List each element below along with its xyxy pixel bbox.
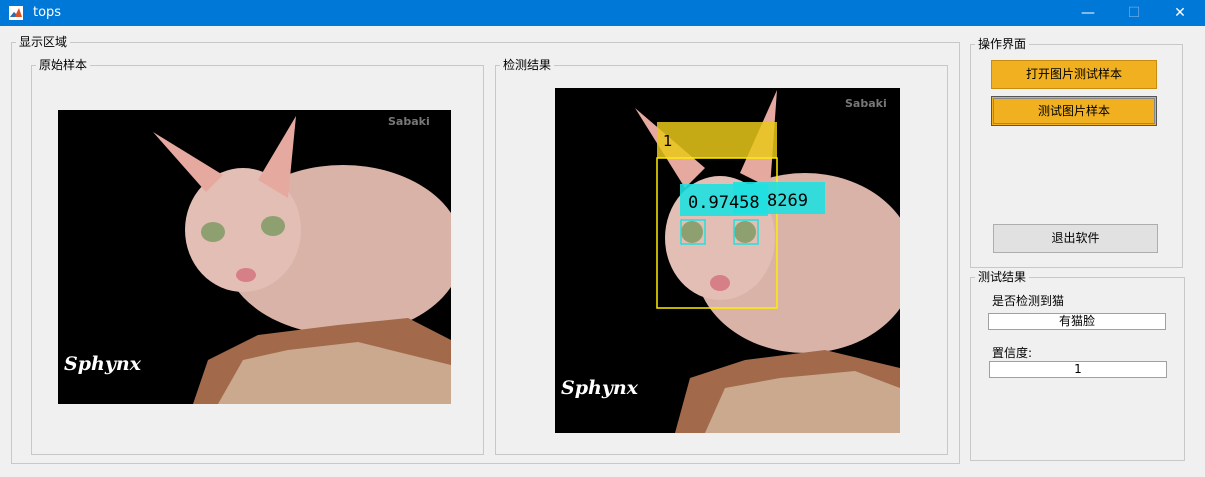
open-image-button[interactable]: 打开图片测试样本 xyxy=(991,60,1157,89)
confidence-field: 1 xyxy=(989,361,1167,378)
eye-label-right: 8269 xyxy=(767,191,808,211)
matlab-icon xyxy=(9,6,23,20)
close-button[interactable]: ✕ xyxy=(1157,0,1203,26)
exit-button[interactable]: 退出软件 xyxy=(993,224,1158,253)
watermark-text: Sabaki xyxy=(388,115,430,128)
cat-detected-field: 有猫脸 xyxy=(988,313,1166,330)
cat-detected-label: 是否检测到猫 xyxy=(992,294,1065,308)
operations-legend: 操作界面 xyxy=(975,36,1030,52)
window-title: tops xyxy=(33,5,62,20)
maximize-button[interactable]: ☐ xyxy=(1111,0,1157,26)
window-titlebar: tops — ☐ ✕ xyxy=(0,0,1205,26)
operations-panel: 操作界面 打开图片测试样本 测试图片样本 退出软件 xyxy=(970,36,1183,268)
test-image-button[interactable]: 测试图片样本 xyxy=(991,96,1157,126)
detection-result-legend: 检测结果 xyxy=(500,57,555,73)
face-box-label: 1 xyxy=(663,132,673,150)
image-caption: Sphynx xyxy=(561,377,639,399)
results-panel: 测试结果 是否检测到猫 有猫脸 置信度: 1 xyxy=(970,269,1185,461)
minimize-button[interactable]: — xyxy=(1065,0,1111,26)
watermark-text: Sabaki xyxy=(845,97,887,110)
display-area-panel: 显示区域 原始样本 Sabaki Sphynx 检测结果 Sabaki Sphy… xyxy=(11,34,960,464)
display-area-legend: 显示区域 xyxy=(16,34,71,50)
detection-result-panel: 检测结果 Sabaki Sphynx 1 0.97458 8269 xyxy=(495,57,948,455)
image-caption: Sphynx xyxy=(64,353,142,375)
original-sample-legend: 原始样本 xyxy=(36,57,91,73)
confidence-label: 置信度: xyxy=(992,346,1033,360)
original-image: Sabaki Sphynx xyxy=(58,110,451,404)
result-image: Sabaki Sphynx 1 0.97458 8269 xyxy=(555,88,900,433)
eye-label-left: 0.97458 xyxy=(688,193,760,213)
original-sample-panel: 原始样本 Sabaki Sphynx xyxy=(31,57,484,455)
results-legend: 测试结果 xyxy=(975,269,1030,285)
cat-photo-annotated: Sabaki Sphynx 1 0.97458 8269 xyxy=(555,88,900,433)
cat-photo: Sabaki Sphynx xyxy=(58,110,451,404)
